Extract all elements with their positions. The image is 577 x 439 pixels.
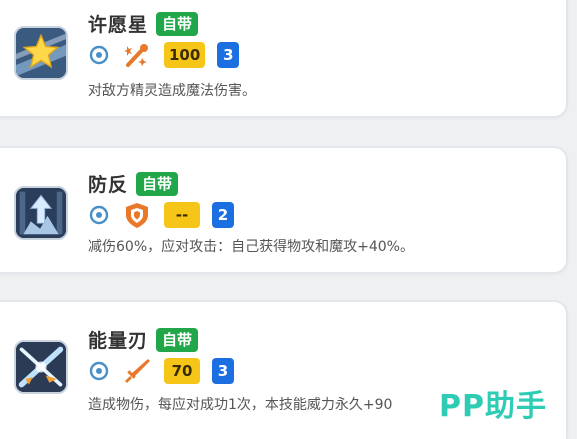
power-badge: 100 — [164, 42, 206, 68]
star-skill-icon — [14, 26, 68, 80]
arrow-up-skill-icon — [14, 186, 68, 240]
pp-badge: 2 — [212, 202, 234, 228]
blade-skill-icon — [14, 340, 68, 394]
target-circle-icon — [89, 45, 109, 65]
power-badge: -- — [164, 202, 200, 228]
magic-wand-icon — [124, 44, 148, 67]
skill-card-wish-star[interactable]: 许愿星 自带 100 3 对敌方精灵造成魔法伤害。 — [0, 0, 568, 118]
power-badge: 70 — [164, 358, 200, 384]
target-circle-icon — [89, 205, 109, 225]
skill-card-counter[interactable]: 防反 自带 -- 2 减伤60%，应对攻击：自己获得物攻和魔攻+40%。 — [0, 146, 568, 274]
skill-name: 许愿星 — [88, 14, 149, 36]
skill-name: 防反 — [88, 174, 129, 196]
innate-tag: 自带 — [156, 11, 199, 36]
pp-badge: 3 — [212, 358, 234, 384]
innate-tag: 自带 — [156, 327, 199, 352]
pp-assistant-watermark: PP助手 — [439, 389, 547, 424]
sword-icon — [125, 359, 150, 383]
skill-description: 对敌方精灵造成魔法伤害。 — [88, 83, 256, 99]
innate-tag: 自带 — [136, 171, 179, 196]
skill-description: 减伤60%，应对攻击：自己获得物攻和魔攻+40%。 — [88, 239, 414, 255]
target-circle-icon — [89, 361, 109, 381]
skill-description: 造成物伤，每应对成功1次，本技能威力永久+90 — [88, 397, 393, 413]
skill-name: 能量刃 — [88, 330, 149, 352]
shield-icon — [126, 203, 148, 228]
pp-badge: 3 — [217, 42, 240, 68]
